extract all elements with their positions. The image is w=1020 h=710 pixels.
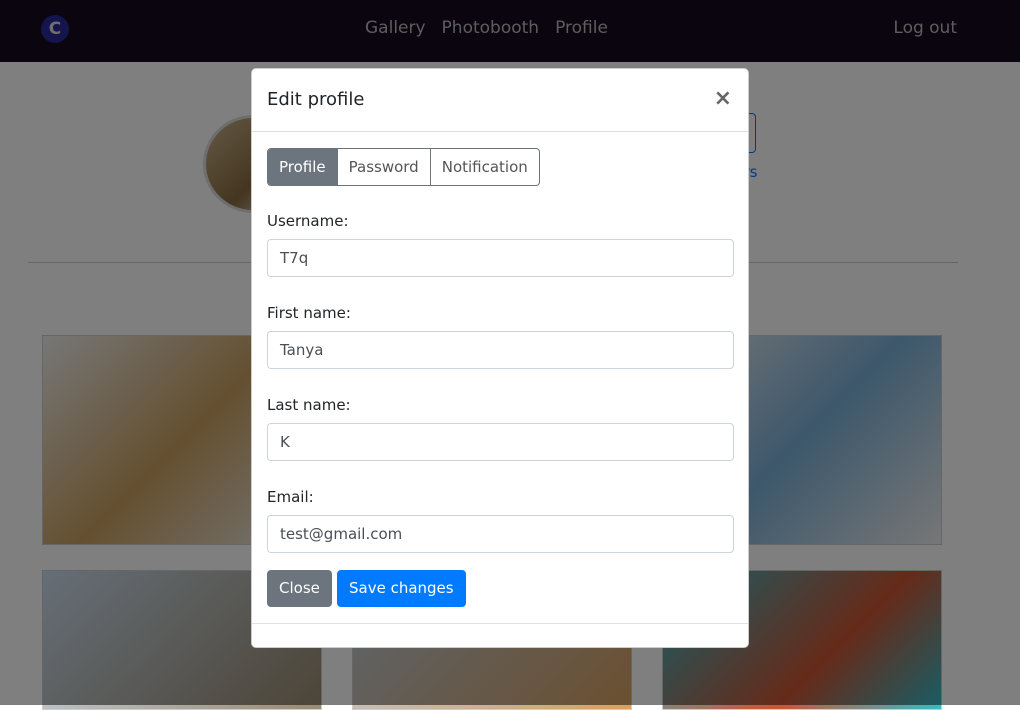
first-name-label: First name: [267, 304, 351, 322]
tab-group: Profile Password Notification [267, 148, 540, 186]
email-input[interactable]: test@gmail.com [267, 515, 734, 553]
username-label: Username: [267, 212, 349, 230]
modal-title: Edit profile [267, 89, 365, 110]
edit-profile-modal: Edit profile × Profile Password Notifica… [251, 68, 749, 648]
tab-profile[interactable]: Profile [268, 149, 337, 185]
last-name-label: Last name: [267, 396, 351, 414]
modal-footer [252, 623, 748, 624]
close-button[interactable]: Close [267, 570, 332, 607]
tab-password[interactable]: Password [336, 149, 430, 185]
last-name-input[interactable]: K [267, 423, 734, 461]
first-name-input[interactable]: Tanya [267, 331, 734, 369]
save-changes-button[interactable]: Save changes [337, 570, 466, 607]
tab-notification[interactable]: Notification [429, 149, 539, 185]
username-input[interactable]: T7q [267, 239, 734, 277]
email-label: Email: [267, 488, 314, 506]
close-icon[interactable]: × [714, 86, 732, 111]
